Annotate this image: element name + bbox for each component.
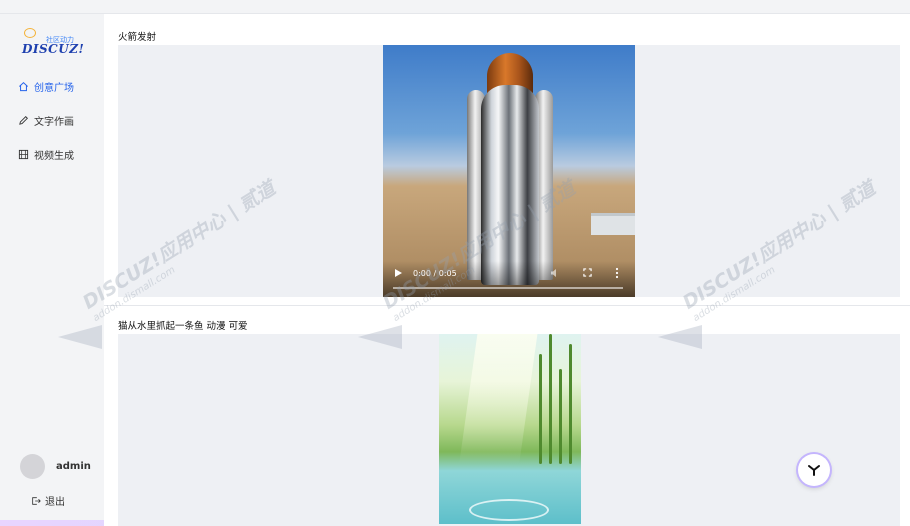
image-reed: [559, 369, 562, 464]
media-area: [118, 334, 900, 526]
video-player[interactable]: 0:00 / 0:05: [383, 45, 635, 297]
fullscreen-icon[interactable]: [583, 268, 592, 277]
user-profile[interactable]: admin: [20, 454, 91, 479]
card-title: 猫从水里抓起一条鱼 动漫 可爱: [118, 321, 248, 332]
video-controls: 0:00 / 0:05: [383, 261, 635, 297]
sidebar-item-video-generation[interactable]: 视频生成: [18, 144, 74, 164]
card-title: 火箭发射: [118, 32, 157, 43]
image-ripple: [469, 499, 549, 521]
avatar[interactable]: [20, 454, 45, 479]
sidebar: 社区动力 DISCUZ! 创意广场 文字作画 视频生成 admin 退出: [0, 14, 104, 526]
video-time: 0:00 / 0:05: [413, 269, 457, 278]
top-bar: [0, 0, 910, 14]
sidebar-item-label: 视频生成: [34, 150, 74, 162]
image-reed: [539, 354, 542, 464]
media-area: 0:00 / 0:05: [118, 45, 900, 297]
sidebar-item-text-to-image[interactable]: 文字作画: [18, 110, 74, 130]
generated-image[interactable]: [439, 334, 581, 524]
logout-label: 退出: [45, 497, 65, 508]
sidebar-item-label: 创意广场: [34, 82, 74, 94]
discuz-logo[interactable]: 社区动力 DISCUZ!: [22, 28, 84, 58]
pen-icon: [19, 115, 28, 125]
volume-icon[interactable]: [550, 268, 560, 278]
username: admin: [56, 461, 91, 472]
video-progress-bar[interactable]: [393, 287, 623, 289]
film-icon: [18, 149, 29, 159]
home-icon: [19, 81, 28, 91]
logo-bubble-icon: [24, 28, 36, 38]
image-reed: [549, 334, 552, 464]
image-reed: [569, 344, 572, 464]
floating-assistant-button[interactable]: [798, 454, 830, 486]
sidebar-item-creative-square[interactable]: 创意广场: [18, 76, 74, 96]
main-feed: 火箭发射 0:00 / 0:05 猫从水里抓起一条鱼 动漫 可爱: [104, 14, 910, 526]
play-icon[interactable]: [395, 269, 402, 277]
rocket-body: [481, 85, 539, 285]
sidebar-item-label: 文字作画: [34, 116, 74, 128]
image-sunray: [459, 334, 539, 464]
logout-icon: [32, 496, 41, 505]
assistant-icon: [808, 465, 820, 476]
logout-button[interactable]: 退出: [31, 493, 65, 508]
logo-wordmark: DISCUZ!: [22, 42, 85, 56]
more-options-icon[interactable]: [615, 267, 619, 279]
hangar: [591, 213, 635, 235]
card-divider: [104, 305, 910, 306]
